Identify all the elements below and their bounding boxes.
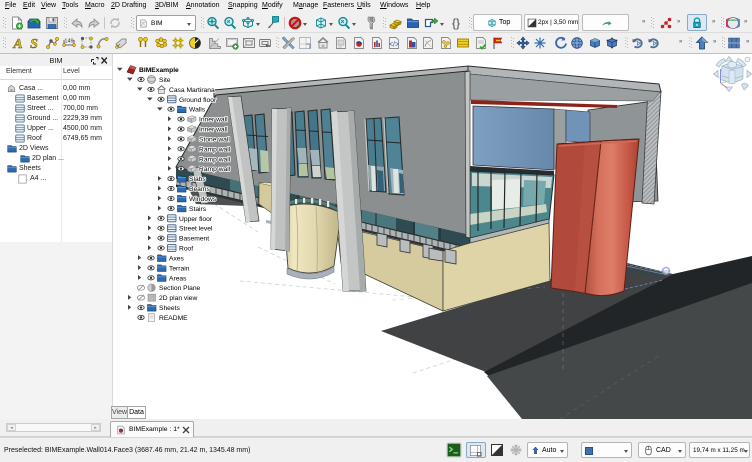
svg-text:Slabs: Slabs bbox=[189, 176, 206, 183]
svg-text:Areas: Areas bbox=[169, 275, 187, 282]
svg-text:Inner wall: Inner wall bbox=[199, 117, 228, 124]
svg-text:Roof: Roof bbox=[179, 246, 193, 253]
svg-text:README: README bbox=[159, 315, 188, 322]
svg-text:Ramp wall: Ramp wall bbox=[199, 156, 231, 163]
svg-text:Terrain: Terrain bbox=[169, 265, 190, 272]
svg-text:Inner wall: Inner wall bbox=[199, 127, 228, 134]
svg-text:Stairs: Stairs bbox=[189, 206, 207, 213]
svg-text:Windows: Windows bbox=[189, 196, 217, 203]
svg-text:Sheets: Sheets bbox=[159, 305, 180, 312]
svg-text:Ramp wall: Ramp wall bbox=[199, 146, 231, 153]
svg-text:Walls: Walls bbox=[189, 107, 206, 114]
svg-text:Street level: Street level bbox=[179, 226, 213, 233]
svg-text:2D plan view: 2D plan view bbox=[159, 295, 197, 302]
svg-text:Ground floor: Ground floor bbox=[179, 97, 217, 104]
svg-text:Basement: Basement bbox=[179, 236, 209, 243]
svg-text:Casa Martirana: Casa Martirana bbox=[169, 87, 215, 94]
svg-text:Upper floor: Upper floor bbox=[179, 216, 213, 223]
svg-text:Ramp wall: Ramp wall bbox=[199, 166, 231, 173]
svg-text:Axes: Axes bbox=[169, 255, 185, 262]
svg-text:BIMExample: BIMExample bbox=[139, 67, 179, 74]
svg-text:Section Plane: Section Plane bbox=[159, 285, 201, 292]
svg-text:Beams: Beams bbox=[189, 186, 210, 193]
svg-text:Stone wall: Stone wall bbox=[199, 136, 230, 143]
svg-text:Site: Site bbox=[159, 77, 171, 84]
